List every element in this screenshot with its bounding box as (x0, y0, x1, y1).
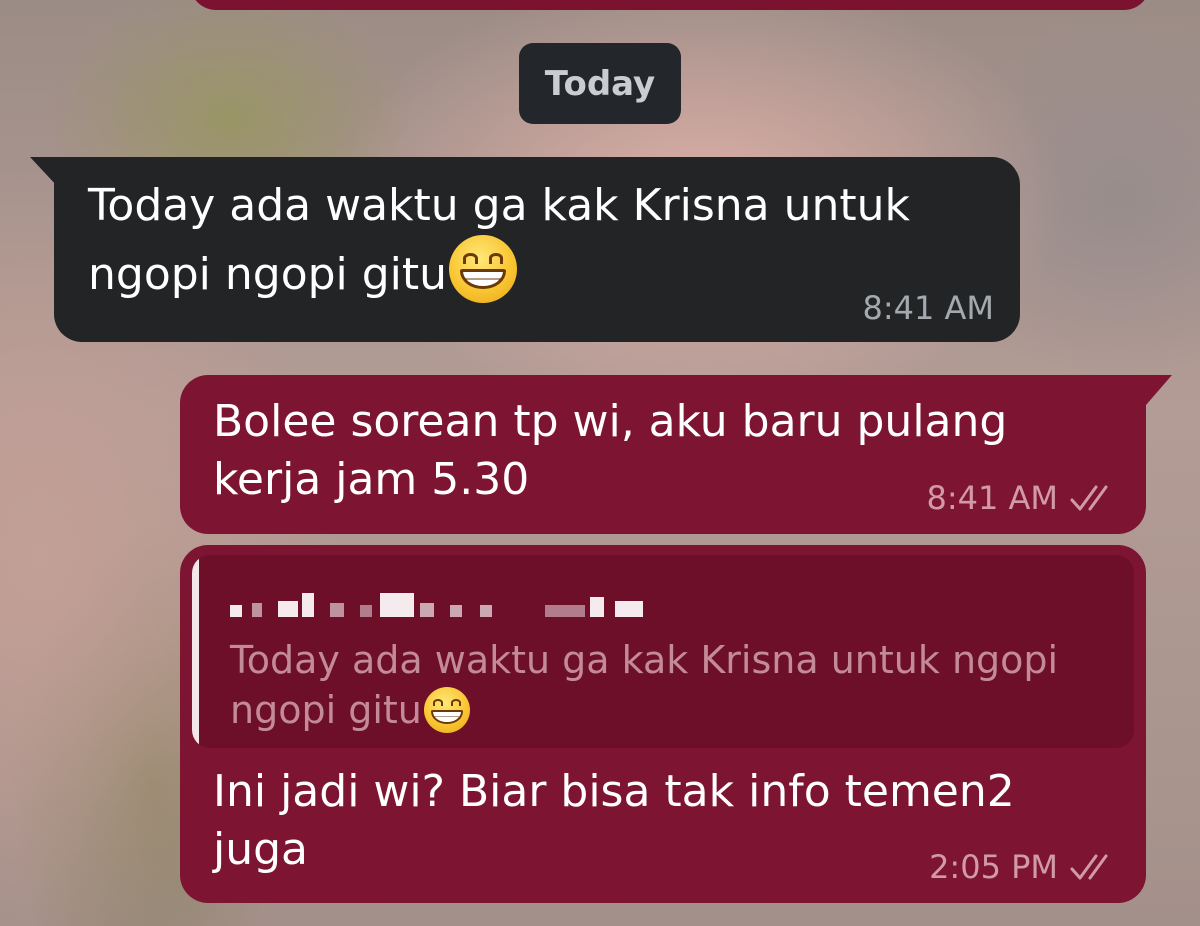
message-time: 2:05 PM (929, 848, 1058, 886)
reply-quote[interactable]: Today ada waktu ga kak Krisna untuk ngop… (192, 555, 1134, 748)
previous-message-bubble-edge[interactable] (190, 0, 1150, 10)
reply-quote-text: Today ada waktu ga kak Krisna untuk ngop… (230, 638, 1059, 732)
outgoing-message[interactable]: Bolee sorean tp wi, aku baru pulang kerj… (180, 375, 1146, 534)
double-check-icon (1070, 854, 1108, 880)
reply-quote-text-wrap: Today ada waktu ga kak Krisna untuk ngop… (230, 635, 1110, 735)
outgoing-bubble-tail (1146, 375, 1172, 405)
grinning-face-emoji-icon (423, 687, 470, 733)
incoming-message[interactable]: Today ada waktu ga kak Krisna untuk ngop… (54, 157, 1020, 342)
incoming-message-meta: 8:41 AM (862, 290, 994, 326)
double-check-icon (1070, 485, 1108, 511)
message-time: 8:41 AM (926, 479, 1058, 517)
date-separator-label: Today (544, 63, 656, 104)
reply-quote-bar (192, 555, 199, 748)
date-separator: Today (519, 43, 681, 124)
reply-quote-author-pixelated (230, 593, 670, 623)
outgoing-reply-message[interactable]: Today ada waktu ga kak Krisna untuk ngop… (180, 545, 1146, 903)
incoming-message-text-wrap: Today ada waktu ga kak Krisna untuk ngop… (88, 177, 984, 304)
outgoing-message-meta: 8:41 AM (926, 480, 1118, 516)
grinning-face-emoji-icon (449, 235, 518, 303)
outgoing-reply-message-meta: 2:05 PM (929, 849, 1118, 885)
message-time: 8:41 AM (862, 289, 994, 327)
